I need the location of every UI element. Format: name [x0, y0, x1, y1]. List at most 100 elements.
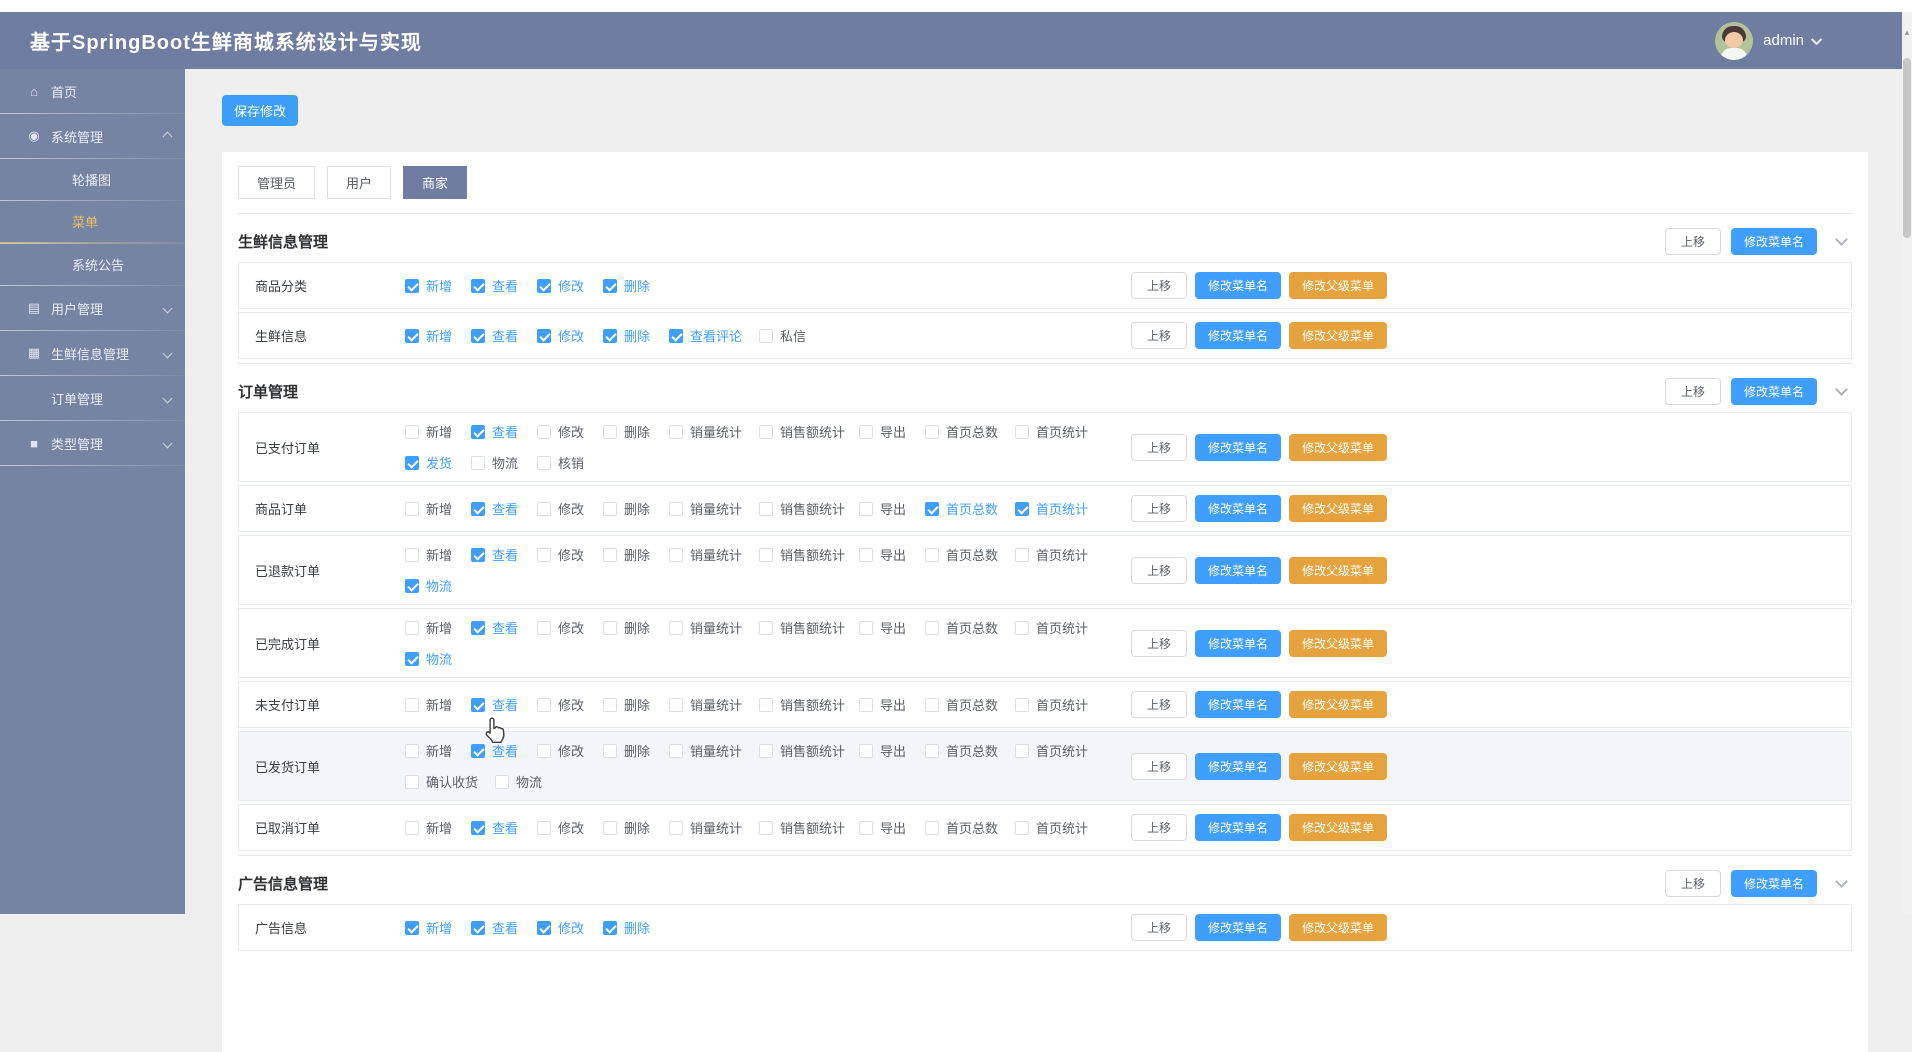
change-parent-button[interactable]: 修改父级菜单: [1289, 691, 1387, 718]
move-up-button[interactable]: 上移: [1665, 870, 1721, 897]
checkbox-unchecked-icon[interactable]: [603, 744, 617, 758]
sidebar-subitem-系统公告[interactable]: 系统公告: [0, 244, 185, 285]
rename-menu-button[interactable]: 修改菜单名: [1731, 228, 1817, 255]
checkbox-item-销售额统计[interactable]: 销售额统计: [759, 545, 859, 564]
checkbox-unchecked-icon[interactable]: [759, 744, 773, 758]
checkbox-item-新增[interactable]: 新增: [405, 545, 471, 564]
change-parent-button[interactable]: 修改父级菜单: [1289, 495, 1387, 522]
checkbox-unchecked-icon[interactable]: [1015, 425, 1029, 439]
checkbox-item-销量统计[interactable]: 销量统计: [669, 499, 759, 518]
save-button[interactable]: 保存修改: [222, 95, 298, 126]
checkbox-item-新增[interactable]: 新增: [405, 918, 471, 937]
avatar[interactable]: [1715, 22, 1753, 60]
sidebar-item-用户管理[interactable]: ▤用户管理: [0, 286, 185, 330]
move-up-button[interactable]: 上移: [1665, 228, 1721, 255]
checkbox-item-修改[interactable]: 修改: [537, 818, 603, 837]
checkbox-item-销售额统计[interactable]: 销售额统计: [759, 422, 859, 441]
sidebar-item-类型管理[interactable]: ■类型管理: [0, 421, 185, 465]
checkbox-item-销量统计[interactable]: 销量统计: [669, 545, 759, 564]
checkbox-item-查看[interactable]: 查看: [471, 422, 537, 441]
checkbox-item-私信[interactable]: 私信: [759, 326, 825, 345]
checkbox-checked-icon[interactable]: [471, 698, 485, 712]
move-up-button[interactable]: 上移: [1131, 814, 1187, 841]
checkbox-item-查看评论[interactable]: 查看评论: [669, 326, 759, 345]
checkbox-checked-icon[interactable]: [405, 579, 419, 593]
checkbox-item-查看[interactable]: 查看: [471, 545, 537, 564]
move-up-button[interactable]: 上移: [1131, 691, 1187, 718]
checkbox-unchecked-icon[interactable]: [1015, 821, 1029, 835]
checkbox-unchecked-icon[interactable]: [669, 821, 683, 835]
checkbox-checked-icon[interactable]: [1015, 502, 1029, 516]
checkbox-item-新增[interactable]: 新增: [405, 326, 471, 345]
checkbox-unchecked-icon[interactable]: [405, 502, 419, 516]
collapse-chevron-icon[interactable]: [1835, 233, 1848, 246]
checkbox-unchecked-icon[interactable]: [603, 698, 617, 712]
checkbox-checked-icon[interactable]: [471, 921, 485, 935]
scrollbar-thumb[interactable]: [1903, 58, 1911, 238]
checkbox-item-新增[interactable]: 新增: [405, 276, 471, 295]
checkbox-item-导出[interactable]: 导出: [859, 695, 925, 714]
move-up-button[interactable]: 上移: [1131, 434, 1187, 461]
checkbox-checked-icon[interactable]: [471, 621, 485, 635]
checkbox-item-查看[interactable]: 查看: [471, 818, 537, 837]
checkbox-item-删除[interactable]: 删除: [603, 499, 669, 518]
checkbox-item-修改[interactable]: 修改: [537, 276, 603, 295]
checkbox-item-销售额统计[interactable]: 销售额统计: [759, 741, 859, 760]
move-up-button[interactable]: 上移: [1131, 557, 1187, 584]
checkbox-item-销量统计[interactable]: 销量统计: [669, 422, 759, 441]
checkbox-unchecked-icon[interactable]: [925, 698, 939, 712]
checkbox-checked-icon[interactable]: [405, 921, 419, 935]
change-parent-button[interactable]: 修改父级菜单: [1289, 753, 1387, 780]
change-parent-button[interactable]: 修改父级菜单: [1289, 814, 1387, 841]
checkbox-unchecked-icon[interactable]: [405, 775, 419, 789]
checkbox-item-新增[interactable]: 新增: [405, 741, 471, 760]
rename-menu-button[interactable]: 修改菜单名: [1195, 914, 1281, 941]
move-up-button[interactable]: 上移: [1131, 272, 1187, 299]
checkbox-checked-icon[interactable]: [603, 329, 617, 343]
checkbox-item-导出[interactable]: 导出: [859, 618, 925, 637]
checkbox-unchecked-icon[interactable]: [669, 548, 683, 562]
checkbox-item-销售额统计[interactable]: 销售额统计: [759, 818, 859, 837]
checkbox-item-销售额统计[interactable]: 销售额统计: [759, 499, 859, 518]
checkbox-unchecked-icon[interactable]: [405, 698, 419, 712]
sidebar-item-订单管理[interactable]: 订单管理: [0, 376, 185, 420]
checkbox-unchecked-icon[interactable]: [759, 329, 773, 343]
tab-商家[interactable]: 商家: [403, 166, 467, 199]
checkbox-unchecked-icon[interactable]: [925, 744, 939, 758]
sidebar-item-系统管理[interactable]: ◉系统管理: [0, 114, 185, 158]
checkbox-item-查看[interactable]: 查看: [471, 326, 537, 345]
checkbox-item-销售额统计[interactable]: 销售额统计: [759, 618, 859, 637]
checkbox-item-删除[interactable]: 删除: [603, 618, 669, 637]
change-parent-button[interactable]: 修改父级菜单: [1289, 434, 1387, 461]
checkbox-unchecked-icon[interactable]: [669, 744, 683, 758]
checkbox-unchecked-icon[interactable]: [759, 502, 773, 516]
checkbox-checked-icon[interactable]: [603, 279, 617, 293]
checkbox-checked-icon[interactable]: [471, 744, 485, 758]
move-up-button[interactable]: 上移: [1131, 914, 1187, 941]
checkbox-checked-icon[interactable]: [537, 279, 551, 293]
checkbox-unchecked-icon[interactable]: [603, 425, 617, 439]
sidebar-item-生鲜信息管理[interactable]: ▦生鲜信息管理: [0, 331, 185, 375]
checkbox-item-修改[interactable]: 修改: [537, 918, 603, 937]
checkbox-item-查看[interactable]: 查看: [471, 499, 537, 518]
checkbox-unchecked-icon[interactable]: [669, 425, 683, 439]
checkbox-item-删除[interactable]: 删除: [603, 741, 669, 760]
tab-用户[interactable]: 用户: [327, 166, 391, 199]
checkbox-item-新增[interactable]: 新增: [405, 499, 471, 518]
checkbox-item-首页总数[interactable]: 首页总数: [925, 741, 1015, 760]
checkbox-item-核销[interactable]: 核销: [537, 453, 603, 472]
checkbox-unchecked-icon[interactable]: [669, 621, 683, 635]
checkbox-unchecked-icon[interactable]: [537, 502, 551, 516]
collapse-chevron-icon[interactable]: [1835, 383, 1848, 396]
checkbox-item-首页统计[interactable]: 首页统计: [1015, 818, 1105, 837]
checkbox-unchecked-icon[interactable]: [859, 502, 873, 516]
checkbox-unchecked-icon[interactable]: [925, 425, 939, 439]
move-up-button[interactable]: 上移: [1131, 495, 1187, 522]
collapse-chevron-icon[interactable]: [1835, 875, 1848, 888]
checkbox-item-物流[interactable]: 物流: [471, 453, 537, 472]
checkbox-checked-icon[interactable]: [471, 502, 485, 516]
checkbox-item-查看[interactable]: 查看: [471, 276, 537, 295]
checkbox-unchecked-icon[interactable]: [925, 821, 939, 835]
checkbox-unchecked-icon[interactable]: [405, 621, 419, 635]
rename-menu-button[interactable]: 修改菜单名: [1195, 322, 1281, 349]
